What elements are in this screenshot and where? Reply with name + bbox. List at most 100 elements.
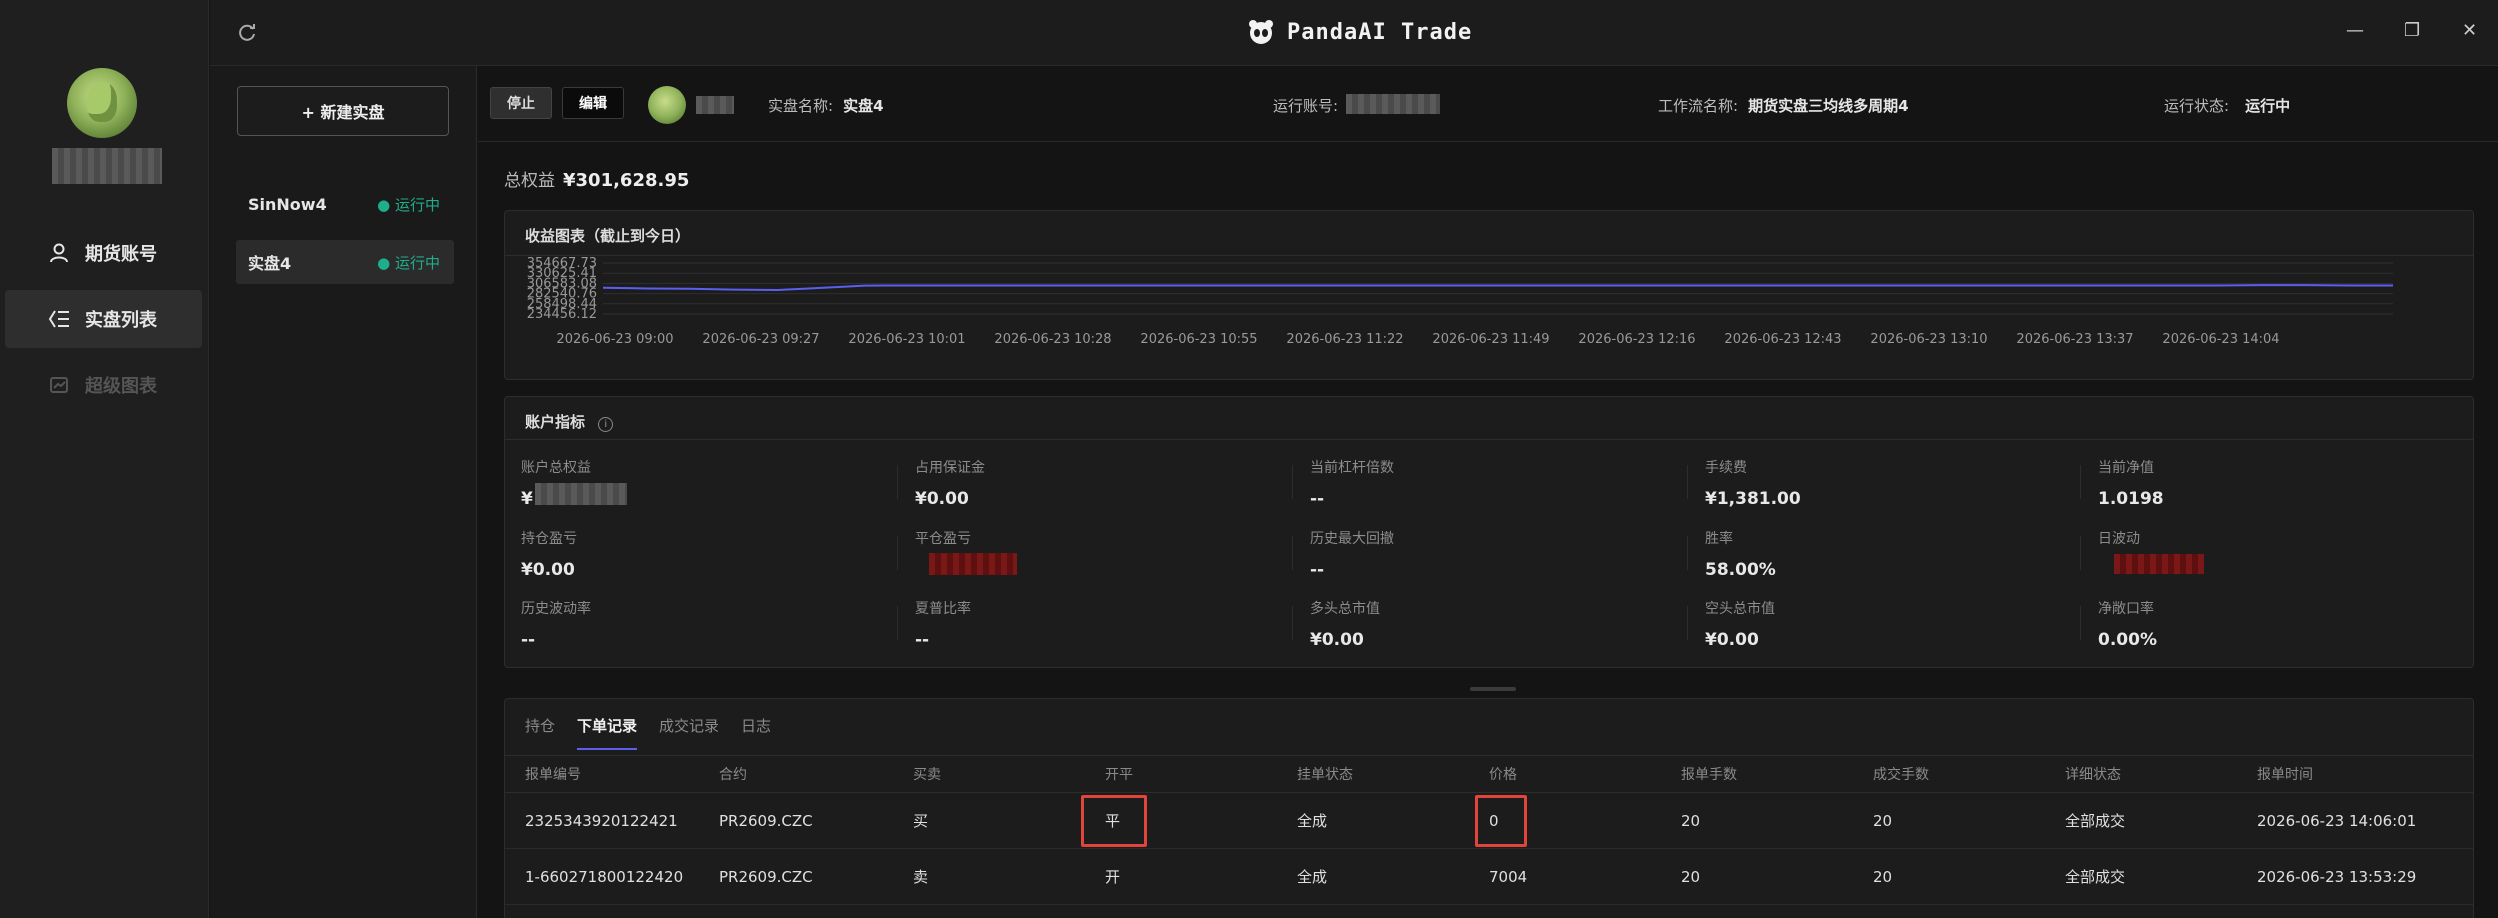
nav-item-live-list[interactable]: 实盘列表 bbox=[5, 290, 202, 348]
minimize-icon[interactable]: — bbox=[2346, 20, 2364, 41]
strategy-name: 实盘4 bbox=[248, 254, 292, 273]
column-header: 合约 bbox=[719, 767, 747, 783]
title-bar: PandaAI Trade — ❐ ✕ bbox=[210, 0, 2498, 66]
main-content: 停止 编辑 实盘名称: 实盘4 运行账号: 工作流名称: 期货实盘三均线多周期4 运… bbox=[478, 66, 2498, 918]
table-cell: 开 bbox=[1105, 868, 1121, 886]
metric-item: 历史波动率 -- bbox=[521, 598, 891, 652]
new-strategy-button[interactable]: + 新建实盘 bbox=[237, 86, 449, 136]
metric-value: -- bbox=[1310, 560, 1325, 580]
x-tick-label: 2026-06-23 10:55 bbox=[1140, 332, 1257, 347]
refresh-icon[interactable] bbox=[236, 22, 258, 44]
metric-value: ¥1,381.00 bbox=[1705, 489, 1801, 509]
orders-card: 持仓 下单记录 成交记录 日志 报单编号 合约 买卖 开平 挂单状态 价格 报单手数 成交手数 详细状… bbox=[504, 698, 2474, 918]
metric-divider bbox=[2080, 606, 2081, 640]
metric-label: 历史波动率 bbox=[521, 601, 591, 617]
x-tick-label: 2026-06-23 14:04 bbox=[2162, 332, 2279, 347]
x-tick-label: 2026-06-23 10:01 bbox=[848, 332, 965, 347]
table-cell: 2026-06-23 14:06:01 bbox=[2257, 811, 2417, 830]
strategy-list-panel: + 新建实盘 SinNow4 ● 运行中 实盘4 ● 运行中 bbox=[210, 0, 477, 918]
table-cell: 7004 bbox=[1489, 867, 1528, 886]
strategy-item-sinnow4[interactable]: SinNow4 ● 运行中 bbox=[236, 182, 454, 226]
account-metrics-card: 账户指标 i 账户总权益 ¥ 占用保证金 ¥0.00 当前杠杆倍数 -- 手续费 ¥1,381… bbox=[504, 396, 2474, 668]
metric-divider bbox=[897, 536, 898, 570]
x-tick-label: 2026-06-23 13:10 bbox=[1870, 332, 1987, 347]
equity-value: ¥301,628.95 bbox=[563, 170, 690, 191]
tab-0[interactable]: 持仓 bbox=[525, 715, 555, 750]
workflow-info: 工作流名称: 期货实盘三均线多周期4 bbox=[1658, 95, 1909, 116]
table-cell: 20 bbox=[1873, 811, 1893, 830]
left-nav: 期货账号 实盘列表 超级图表 bbox=[0, 0, 209, 918]
divider bbox=[505, 439, 2473, 440]
metric-item: 胜率 58.00% bbox=[1705, 528, 2075, 582]
metrics-title-text: 账户指标 bbox=[525, 413, 586, 431]
tab-2[interactable]: 成交记录 bbox=[659, 715, 719, 750]
metric-item: 当前杠杆倍数 -- bbox=[1310, 457, 1680, 511]
metric-divider bbox=[1292, 465, 1293, 499]
column-header: 成交手数 bbox=[1873, 767, 1929, 783]
series-line bbox=[602, 284, 2393, 292]
strategy-avatar bbox=[648, 86, 686, 124]
x-tick-label: 2026-06-23 09:27 bbox=[702, 332, 819, 347]
table-cell: 2026-06-23 13:53:29 bbox=[2257, 867, 2417, 886]
column-header: 价格 bbox=[1489, 767, 1517, 783]
metric-label: 当前杠杆倍数 bbox=[1310, 460, 1394, 476]
resize-handle[interactable] bbox=[1470, 687, 1516, 691]
metric-label: 日波动 bbox=[2098, 531, 2140, 547]
metrics-title: 账户指标 i bbox=[525, 411, 614, 432]
pnl-chart-card: 收益图表（截止到今日） 354667.73 330625.41 306583.08 2… bbox=[504, 210, 2474, 380]
table-cell: 卖 bbox=[913, 868, 929, 886]
run-status-info: 运行状态: 运行中 bbox=[2164, 95, 2290, 116]
metric-divider bbox=[1687, 465, 1688, 499]
orders-tabs: 持仓 下单记录 成交记录 日志 bbox=[525, 715, 793, 750]
restore-icon[interactable]: ❐ bbox=[2404, 20, 2420, 41]
metric-divider bbox=[2080, 465, 2081, 499]
metric-divider bbox=[1292, 536, 1293, 570]
metric-label: 空头总市值 bbox=[1705, 601, 1775, 617]
table-row[interactable]: 1-660271800122420 PR2609.CZC 卖 开 全成 7004 20 20 全… bbox=[505, 849, 2473, 905]
column-header: 开平 bbox=[1105, 767, 1133, 783]
metric-label: 历史最大回撤 bbox=[1310, 531, 1394, 547]
nav-label: 超级图表 bbox=[85, 376, 157, 397]
metric-item: 占用保证金 ¥0.00 bbox=[915, 457, 1285, 511]
metric-label: 持仓盈亏 bbox=[521, 531, 577, 547]
column-header: 详细状态 bbox=[2065, 767, 2121, 783]
x-tick-label: 2026-06-23 11:49 bbox=[1432, 332, 1549, 347]
metric-item: 持仓盈亏 ¥0.00 bbox=[521, 528, 891, 582]
metric-value: 0.00% bbox=[2098, 630, 2157, 650]
metric-value: ¥0.00 bbox=[915, 489, 969, 509]
panda-logo-icon bbox=[1247, 18, 1275, 46]
nav-item-super-chart[interactable]: 超级图表 bbox=[5, 356, 202, 414]
tab-3[interactable]: 日志 bbox=[741, 715, 771, 750]
table-cell: 全成 bbox=[1297, 812, 1328, 830]
close-icon[interactable]: ✕ bbox=[2462, 20, 2477, 41]
tab-1[interactable]: 下单记录 bbox=[577, 715, 638, 750]
metric-value: ¥0.00 bbox=[521, 560, 575, 580]
metric-value: -- bbox=[1310, 489, 1325, 509]
workflow-value: 期货实盘三均线多周期4 bbox=[1748, 97, 1909, 115]
stop-button[interactable]: 停止 bbox=[490, 87, 552, 119]
x-tick-label: 2026-06-23 10:28 bbox=[994, 332, 1111, 347]
nav-item-futures-account[interactable]: 期货账号 bbox=[5, 224, 202, 282]
user-avatar[interactable] bbox=[67, 68, 137, 138]
redacted-daily-vol bbox=[2114, 554, 2204, 574]
metric-divider bbox=[897, 606, 898, 640]
edit-button[interactable]: 编辑 bbox=[562, 87, 624, 119]
metric-item: 历史最大回撤 -- bbox=[1310, 528, 1680, 582]
strategy-item-live4[interactable]: 实盘4 ● 运行中 bbox=[236, 240, 454, 284]
metric-label: 净敞口率 bbox=[2098, 601, 2154, 617]
metric-value: ¥0.00 bbox=[1310, 630, 1364, 650]
metric-value: 58.00% bbox=[1705, 560, 1776, 580]
table-cell: PR2609.CZC bbox=[719, 867, 813, 886]
info-icon[interactable]: i bbox=[598, 417, 614, 432]
highlight-box-price bbox=[1475, 795, 1527, 847]
pnl-line-chart: 354667.73330625.41306583.08282540.762584… bbox=[527, 256, 2393, 347]
x-tick-label: 2026-06-23 13:37 bbox=[2016, 332, 2133, 347]
x-tick-label: 2026-06-23 12:16 bbox=[1578, 332, 1695, 347]
list-icon bbox=[47, 307, 71, 331]
strategy-status: ● 运行中 bbox=[377, 195, 440, 214]
strategy-name: SinNow4 bbox=[248, 194, 327, 214]
metric-label: 当前净值 bbox=[2098, 460, 2154, 476]
redacted-total-equity bbox=[535, 483, 627, 505]
run-account-info: 运行账号: bbox=[1273, 95, 1338, 116]
table-cell: 20 bbox=[1681, 867, 1701, 886]
